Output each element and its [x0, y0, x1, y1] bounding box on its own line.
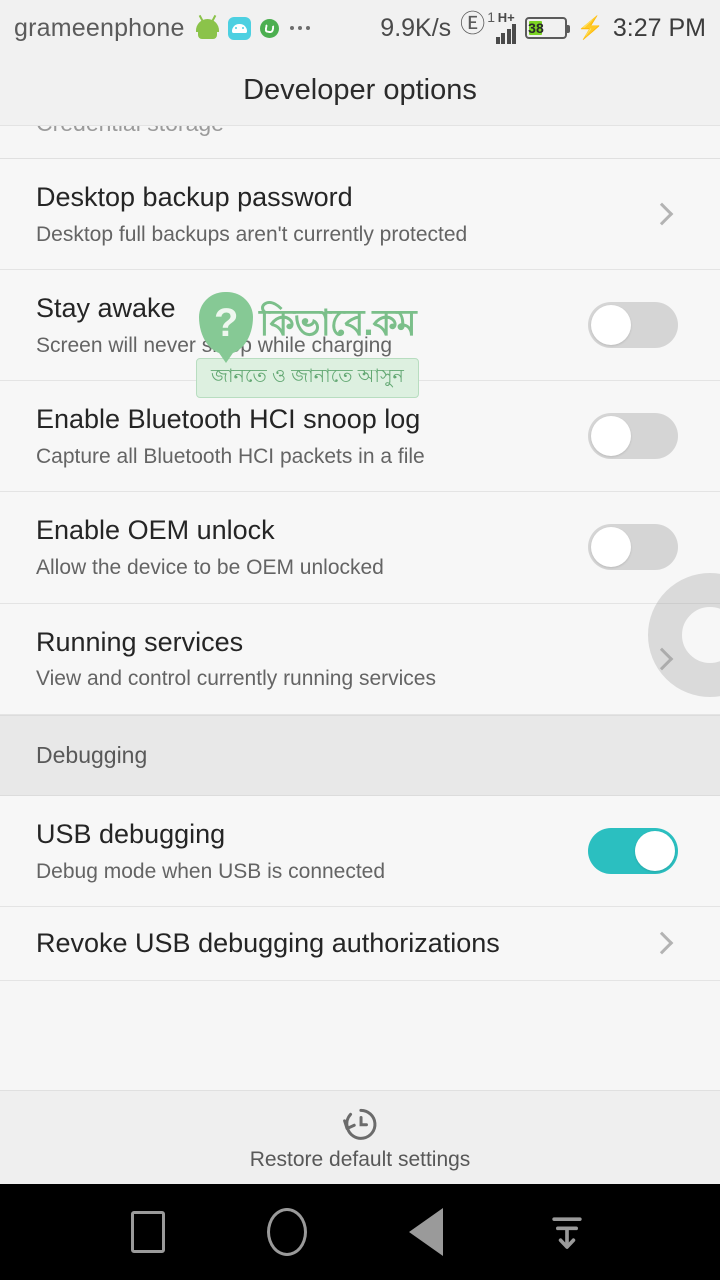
- recents-square-icon[interactable]: [131, 1211, 165, 1253]
- restore-default-settings-label: Restore default settings: [249, 1148, 471, 1171]
- chevron-right-icon[interactable]: [650, 202, 674, 226]
- toggle-bluetooth-hci-snoop-log[interactable]: [588, 413, 678, 460]
- notification-icons: [195, 14, 311, 40]
- row-title: Running services: [36, 626, 244, 657]
- charging-bolt-icon: ⚡: [576, 15, 604, 40]
- battery-percent-label: 38: [528, 20, 544, 36]
- row-subtitle: Desktop full backups aren't currently pr…: [36, 222, 468, 246]
- status-bar-right: 9.9K/s Ⓔ 1 H+ 38 ⚡ 3:27 PM: [380, 9, 706, 44]
- row-title: Revoke USB debugging authorizations: [36, 927, 500, 958]
- clock-label: 3:27 PM: [612, 13, 706, 42]
- signal-bars-icon: [495, 23, 517, 44]
- setting-row-usb-debugging[interactable]: USB debugging Debug mode when USB is con…: [0, 795, 720, 907]
- settings-list[interactable]: Credential storage Desktop backup passwo…: [0, 126, 720, 981]
- restore-history-icon: [343, 1108, 377, 1140]
- section-header-label: Credential storage: [36, 126, 224, 137]
- sim-card-icon: Ⓔ: [460, 10, 486, 38]
- row-subtitle: View and control currently running servi…: [36, 667, 436, 691]
- row-title: Enable OEM unlock: [36, 515, 275, 546]
- setting-row-revoke-usb-debugging-authorizations[interactable]: Revoke USB debugging authorizations: [0, 906, 720, 981]
- system-navigation-bar[interactable]: [0, 1184, 720, 1280]
- row-subtitle: Screen will never sleep while charging: [36, 334, 393, 358]
- status-bar: grameenphone 9.9K/s Ⓔ 1 H+ 38 ⚡ 3:27 PM: [0, 0, 720, 56]
- setting-row-desktop-backup-password[interactable]: Desktop backup password Desktop full bac…: [0, 159, 720, 271]
- section-header-credential-storage: Credential storage: [0, 126, 720, 159]
- row-subtitle: Debug mode when USB is connected: [36, 859, 386, 883]
- restore-default-settings-bar[interactable]: Restore default settings: [0, 1090, 720, 1184]
- setting-row-bluetooth-hci-snoop-log[interactable]: Enable Bluetooth HCI snoop log Capture a…: [0, 381, 720, 493]
- sim-signal-group: Ⓔ 1 H+: [460, 9, 517, 44]
- overflow-dots-icon: [289, 25, 311, 31]
- toggle-usb-debugging[interactable]: [588, 827, 678, 874]
- section-header-debugging: Debugging: [0, 714, 720, 796]
- sim-slot-label: 1: [487, 9, 495, 25]
- carrier-label: grameenphone: [14, 13, 185, 42]
- device-screen: grameenphone 9.9K/s Ⓔ 1 H+ 38 ⚡ 3:27 PM …: [0, 0, 720, 1280]
- whatsapp-icon: [259, 18, 279, 38]
- row-subtitle: Allow the device to be OEM unlocked: [36, 556, 384, 580]
- row-title: USB debugging: [36, 818, 226, 849]
- setting-row-stay-awake[interactable]: Stay awake Screen will never sleep while…: [0, 270, 720, 382]
- row-subtitle: Capture all Bluetooth HCI packets in a f…: [36, 445, 425, 469]
- home-circle-icon[interactable]: [267, 1208, 307, 1256]
- android-robot-icon: [195, 14, 219, 40]
- android-app-icon: [227, 16, 251, 40]
- row-title: Enable Bluetooth HCI snoop log: [36, 404, 421, 435]
- toggle-enable-oem-unlock[interactable]: [588, 524, 678, 571]
- page-title: Developer options: [243, 74, 477, 106]
- app-title-bar: Developer options: [0, 56, 720, 126]
- row-title: Stay awake: [36, 293, 176, 324]
- chevron-right-icon[interactable]: [650, 931, 674, 955]
- row-title: Desktop backup password: [36, 182, 353, 212]
- back-triangle-icon[interactable]: [409, 1208, 443, 1256]
- chevron-right-icon[interactable]: [650, 647, 674, 670]
- battery-icon: 38: [525, 17, 571, 39]
- network-type-label: H+: [497, 10, 515, 25]
- network-speed-label: 9.9K/s: [380, 13, 452, 42]
- section-header-label: Debugging: [36, 741, 148, 768]
- setting-row-enable-oem-unlock[interactable]: Enable OEM unlock Allow the device to be…: [0, 492, 720, 604]
- pull-down-notifications-icon[interactable]: [545, 1209, 589, 1255]
- setting-row-running-services[interactable]: Running services View and control curren…: [0, 603, 720, 715]
- toggle-stay-awake[interactable]: [588, 302, 678, 349]
